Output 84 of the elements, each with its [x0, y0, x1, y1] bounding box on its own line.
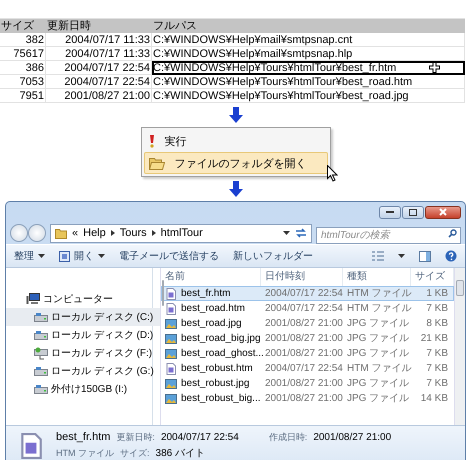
file-date: 2004/07/17 22:54	[264, 287, 343, 301]
table-cell: 2004/07/17 11:33	[46, 33, 152, 47]
field-label: 作成日時:	[268, 431, 308, 444]
file-row[interactable]: best_road.jpg 2001/08/27 21:00 JPG ファイル 8 KB	[161, 316, 454, 331]
file-row[interactable]: best_robust_big... 2001/08/27 21:00 JPG ファイル 14 KB	[161, 391, 454, 406]
file-size: 7 KB	[425, 302, 449, 316]
field-value: 386 バイト	[156, 447, 205, 460]
file-row[interactable]: best_fr.htm 2004/07/17 22:54 HTM ファイル 1 KB	[161, 286, 454, 301]
file-type: JPG ファイル	[346, 317, 410, 331]
file-date: 2001/08/27 21:00	[264, 377, 343, 391]
file-type: JPG ファイル	[346, 377, 410, 391]
breadcrumb[interactable]: htmlTour	[160, 227, 203, 239]
table-cell: 2004/07/17 22:54	[46, 75, 152, 89]
breadcrumb[interactable]: Help	[83, 227, 106, 239]
file-row[interactable]: best_road.htm 2004/07/17 22:54 HTM ファイル 7 KB	[161, 301, 454, 316]
table-cell: 7951	[0, 89, 46, 103]
file-date: 2001/08/27 21:00	[264, 392, 343, 406]
file-type: JPG ファイル	[346, 392, 410, 406]
field-label: サイズ:	[120, 447, 150, 460]
table-cell: 75617	[0, 47, 46, 61]
field-label: 更新日時:	[116, 431, 155, 444]
file-row[interactable]: best_robust.jpg 2001/08/27 21:00 JPG ファイル 7 KB	[161, 376, 454, 391]
breadcrumb[interactable]: Tours	[120, 227, 147, 239]
table-cell: 386	[0, 61, 46, 75]
file-size: 21 KB	[420, 332, 449, 346]
file-row[interactable]: best_robust.htm 2004/07/17 22:54 HTM ファイル 7 KB	[161, 361, 454, 376]
table-cell: C:¥WINDOWS¥Help¥mail¥smtpsnap.hlp	[152, 47, 465, 61]
file-name[interactable]: best_road.jpg	[161, 316, 261, 331]
field-value: 2004/07/17 22:54	[160, 432, 239, 443]
menu-item[interactable]: 実行	[144, 130, 328, 152]
toolbar-button[interactable]: 開く	[59, 249, 105, 263]
file-type: JPG ファイル	[346, 332, 410, 346]
toolbar-button[interactable]: 新しいフォルダー	[233, 249, 313, 263]
table-cell: 2004/07/17 22:54	[46, 61, 152, 75]
table-cell: 7053	[0, 75, 46, 89]
tree-item[interactable]: ローカル ディスク (C:)	[6, 308, 160, 326]
tree-item[interactable]: 外付け150GB (I:)	[6, 380, 160, 398]
tree-item[interactable]: コンピューター	[6, 290, 160, 308]
file-size: 14 KB	[420, 392, 449, 406]
tree-item[interactable]: ローカル ディスク (G:)	[6, 362, 160, 380]
file-type: HTM ファイル	[346, 302, 411, 316]
file-name[interactable]: best_road_big.jpg	[161, 331, 261, 346]
file-size: 7 KB	[425, 377, 449, 391]
file-row[interactable]: best_road_big.jpg 2001/08/27 21:00 JPG ファイル 21 KB	[161, 331, 454, 346]
column-header: 更新日時	[46, 19, 152, 33]
file-type: JPG ファイル	[346, 347, 410, 361]
table-cell: 2004/07/17 11:33	[46, 47, 152, 61]
file-date: 2004/07/17 22:54	[264, 302, 343, 316]
file-date: 2001/08/27 21:00	[264, 347, 343, 361]
file-date: 2001/08/27 21:00	[264, 317, 343, 331]
breadcrumb-overflow[interactable]: «	[72, 227, 78, 239]
tree-item[interactable]: ローカル ディスク (F:)	[6, 344, 160, 362]
table-cell: C:¥WINDOWS¥Help¥mail¥smtpsnap.cnt	[152, 33, 465, 47]
file-name[interactable]: best_road.htm	[161, 301, 261, 316]
file-name[interactable]: best_robust.jpg	[161, 376, 261, 391]
table-cell: C:¥WINDOWS¥Help¥Tours¥htmlTour¥best_road.htm	[152, 75, 465, 89]
menu-item[interactable]: ファイルのフォルダを開く	[144, 152, 328, 174]
file-size: 7 KB	[425, 347, 449, 361]
toolbar-button[interactable]: 整理	[14, 249, 45, 263]
file-type: HTM ファイル	[346, 287, 411, 301]
table-cell: 2001/08/27 21:00	[46, 89, 152, 103]
file-date: 2004/07/17 22:54	[264, 362, 343, 376]
selected-cell: C:¥WINDOWS¥Help¥Tours¥htmlTour¥best_fr.htm	[152, 61, 465, 75]
file-name: best_fr.htm	[56, 431, 110, 443]
file-size: 8 KB	[425, 317, 449, 331]
tree-item[interactable]: ローカル ディスク (D:)	[6, 326, 160, 344]
file-name[interactable]: best_robust.htm	[161, 361, 261, 376]
file-name[interactable]: best_robust_big...	[161, 391, 261, 406]
address-bar[interactable]: « Help Tours htmlTour	[50, 224, 312, 242]
file-type: HTM ファイル	[56, 447, 114, 460]
file-size: 7 KB	[425, 362, 449, 376]
file-row[interactable]: best_road_ghost...2001/08/27 21:00 JPG ファイル 7 KB	[161, 346, 454, 361]
table-cell: C:¥WINDOWS¥Help¥Tours¥htmlTour¥best_road.jpg	[152, 89, 465, 103]
column-header: サイズ	[0, 19, 46, 33]
column-header: フルパス	[152, 19, 465, 33]
file-type: HTM ファイル	[346, 362, 411, 376]
file-date: 2001/08/27 21:00	[264, 332, 343, 346]
table-cell: 382	[0, 33, 46, 47]
field-value: 2001/08/27 21:00	[313, 432, 392, 443]
file-name[interactable]: best_road_ghost...	[161, 346, 261, 361]
search-field[interactable]: htmlTourの検索	[316, 226, 461, 244]
toolbar-button[interactable]: 電子メールで送信する	[119, 249, 219, 263]
file-name[interactable]: best_fr.htm	[161, 286, 261, 301]
file-size: 1 KB	[425, 287, 449, 301]
